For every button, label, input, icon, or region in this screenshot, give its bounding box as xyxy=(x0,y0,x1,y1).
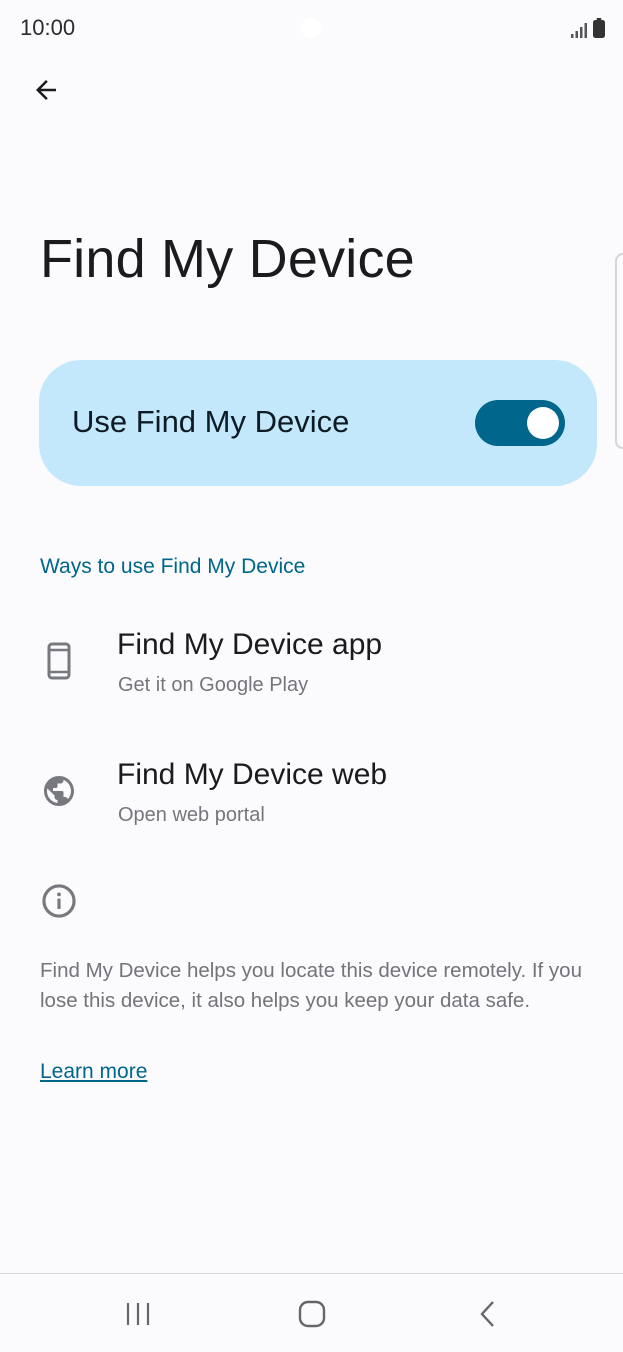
nav-back-button[interactable] xyxy=(458,1294,518,1334)
footer-description: Find My Device helps you locate this dev… xyxy=(40,959,582,1012)
globe-icon xyxy=(38,770,80,812)
learn-more-link[interactable]: Learn more xyxy=(40,1060,147,1084)
info-icon xyxy=(42,884,76,918)
section-header: Ways to use Find My Device xyxy=(40,555,306,578)
use-find-my-device-switch-bar[interactable]: Use Find My Device xyxy=(39,360,597,486)
list-item-title: Find My Device web xyxy=(117,758,388,791)
toggle-knob xyxy=(527,407,559,439)
list-item-find-my-device-app[interactable]: Find My Device app Get it on Google Play xyxy=(0,612,623,722)
arrow-back-icon xyxy=(36,80,56,100)
camera-cutout xyxy=(301,18,321,38)
status-time: 10:00 xyxy=(20,15,76,40)
scroll-indicator xyxy=(615,253,623,449)
phone-icon xyxy=(38,640,80,682)
status-icons xyxy=(571,18,605,38)
recents-button[interactable] xyxy=(108,1294,168,1334)
recents-icon xyxy=(126,1303,150,1325)
back-icon xyxy=(480,1301,494,1327)
navigation-bar xyxy=(0,1273,623,1352)
main-switch-label: Use Find My Device xyxy=(72,404,350,439)
page-title: Find My Device xyxy=(40,229,415,289)
home-button[interactable] xyxy=(282,1294,342,1334)
signal-icon xyxy=(571,23,587,38)
home-icon xyxy=(298,1300,326,1328)
battery-icon xyxy=(593,18,605,38)
back-button[interactable] xyxy=(24,70,68,110)
use-find-my-device-toggle[interactable] xyxy=(475,400,565,446)
list-item-find-my-device-web[interactable]: Find My Device web Open web portal xyxy=(0,742,623,852)
list-item-summary: Open web portal xyxy=(118,804,265,826)
status-bar: 10:00 xyxy=(0,0,623,58)
list-item-summary: Get it on Google Play xyxy=(118,674,309,696)
list-item-title: Find My Device app xyxy=(117,628,383,661)
